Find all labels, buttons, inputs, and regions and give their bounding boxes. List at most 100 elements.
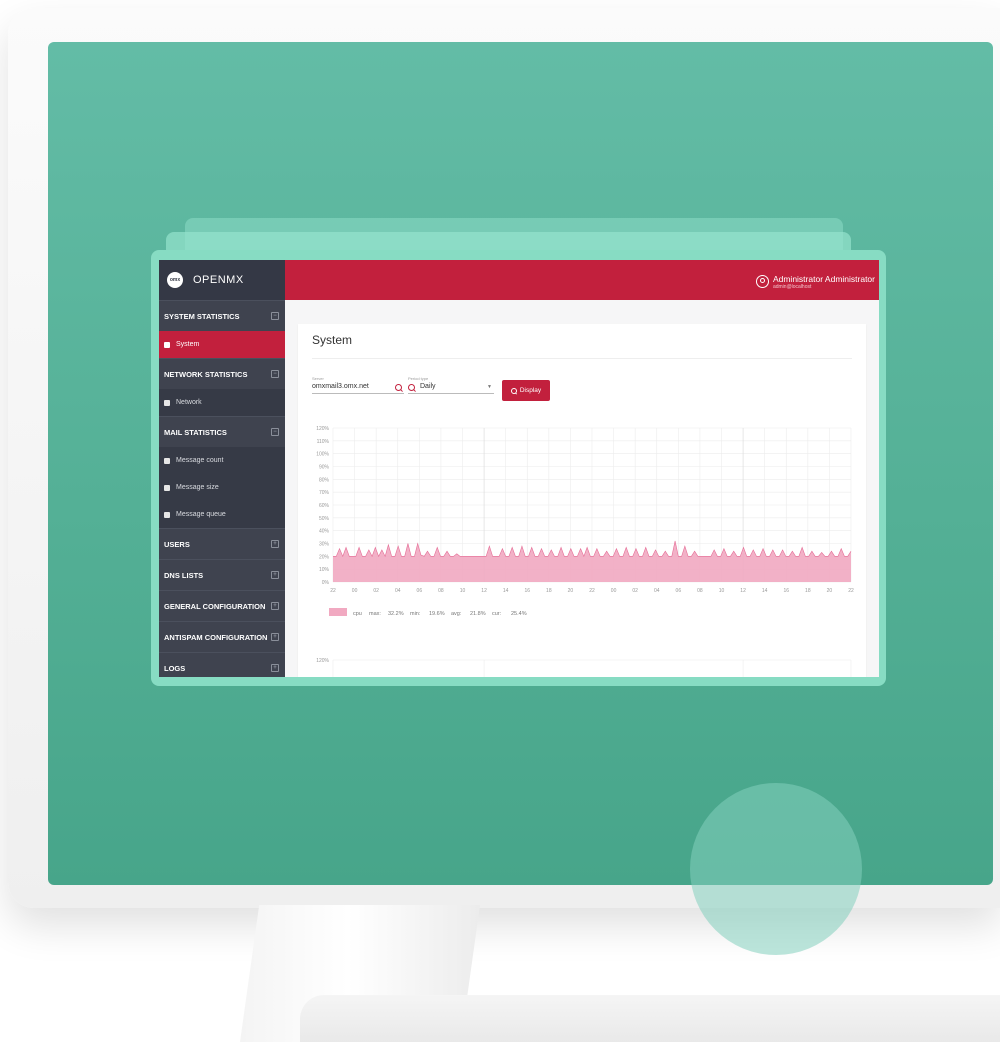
bullet-icon	[164, 457, 170, 464]
nav-section-network-statistics[interactable]: NETWORK STATISTICS −	[159, 358, 285, 389]
server-input[interactable]: omxmail3.omx.net	[312, 381, 404, 394]
x-tick-label: 02	[373, 588, 379, 594]
x-tick-label: 16	[783, 588, 789, 594]
sidebar-item-label: Message queue	[176, 511, 226, 518]
period-select[interactable]: Daily ▼	[408, 381, 494, 394]
legend-swatch	[329, 608, 347, 616]
nav-section-general-configuration[interactable]: GENERAL CONFIGURATION +	[159, 590, 285, 621]
sidebar-item-network[interactable]: Network	[159, 389, 285, 416]
user-menu[interactable]: Administrator Administrator admin@localh…	[755, 274, 875, 291]
search-icon	[510, 387, 517, 394]
x-tick-label: 06	[417, 588, 423, 594]
sidebar-item-message-size[interactable]: Message size	[159, 474, 285, 501]
nav-section-antispam-configuration[interactable]: ANTISPAM CONFIGURATION +	[159, 621, 285, 652]
x-tick-label: 16	[524, 588, 530, 594]
nav-section-label: MAIL STATISTICS	[164, 427, 227, 437]
x-tick-label: 22	[589, 588, 595, 594]
cpu-chart: 120%110%100%90%80%70%60%50%40%30%20%10%0…	[316, 426, 854, 677]
x-tick-label: 02	[632, 588, 638, 594]
display-button[interactable]: Display	[502, 380, 550, 401]
nav-section-dns-lists[interactable]: DNS LISTS +	[159, 559, 285, 590]
decorative-circle	[690, 783, 862, 955]
collapse-icon[interactable]: −	[271, 312, 279, 320]
divider	[312, 358, 852, 359]
legend-max-value: 32.2%	[388, 611, 404, 617]
y-tick-label: 50%	[319, 516, 330, 522]
y-tick-label: 90%	[319, 465, 330, 471]
x-tick-label: 10	[460, 588, 466, 594]
x-tick-label: 20	[827, 588, 833, 594]
y-tick-label: 80%	[319, 477, 330, 483]
y-tick-label: 30%	[319, 542, 330, 548]
x-tick-label: 18	[546, 588, 552, 594]
y-tick-label: 40%	[319, 529, 330, 535]
nav-section-label: USERS	[164, 539, 190, 549]
y-tick-label: 70%	[319, 490, 330, 496]
expand-icon[interactable]: +	[271, 633, 279, 641]
chevron-down-icon[interactable]: ▼	[487, 381, 492, 393]
y-tick-label: 10%	[319, 567, 330, 573]
bullet-icon	[164, 399, 170, 406]
y-tick-label: 60%	[319, 503, 330, 509]
bullet-icon	[164, 341, 170, 348]
x-tick-label: 00	[611, 588, 617, 594]
nav-section-label: ANTISPAM CONFIGURATION	[164, 632, 268, 642]
legend-series-name: cpu	[353, 611, 362, 617]
sidebar: omx OPENMX SYSTEM STATISTICS − System NE…	[159, 260, 285, 677]
search-icon	[408, 384, 415, 391]
second-chart-y-tick-label: 120%	[316, 658, 329, 664]
nav-section-label: SYSTEM STATISTICS	[164, 311, 240, 321]
server-field[interactable]: Server omxmail3.omx.net	[312, 376, 404, 394]
sidebar-item-system[interactable]: System	[159, 331, 285, 358]
sidebar-item-message-count[interactable]: Message count	[159, 447, 285, 474]
expand-icon[interactable]: +	[271, 571, 279, 579]
nav-section-system-statistics[interactable]: SYSTEM STATISTICS −	[159, 300, 285, 331]
main-area: Administrator Administrator admin@localh…	[285, 260, 879, 677]
nav-section-users[interactable]: USERS +	[159, 528, 285, 559]
x-tick-label: 10	[719, 588, 725, 594]
expand-icon[interactable]: +	[271, 540, 279, 548]
expand-icon[interactable]: +	[271, 602, 279, 610]
x-tick-label: 12	[740, 588, 746, 594]
x-tick-label: 08	[438, 588, 444, 594]
nav-section-logs[interactable]: LOGS +	[159, 652, 285, 677]
x-tick-label: 22	[848, 588, 854, 594]
legend-avg-label: avg:	[451, 611, 462, 617]
sidebar-item-message-queue[interactable]: Message queue	[159, 501, 285, 528]
nav-section-label: GENERAL CONFIGURATION	[164, 601, 266, 611]
collapse-icon[interactable]: −	[271, 428, 279, 436]
brand[interactable]: omx OPENMX	[159, 260, 285, 300]
logo-icon: omx	[167, 272, 183, 288]
legend-max-label: max:	[369, 611, 381, 617]
x-tick-label: 22	[330, 588, 336, 594]
page-title: System	[312, 333, 353, 347]
y-tick-label: 0%	[322, 580, 330, 586]
user-icon	[755, 275, 769, 288]
legend-avg-value: 21.8%	[470, 611, 486, 617]
x-tick-label: 08	[697, 588, 703, 594]
brand-name: OPENMX	[193, 274, 244, 286]
nav-section-mail-statistics[interactable]: MAIL STATISTICS −	[159, 416, 285, 447]
y-tick-label: 100%	[316, 452, 329, 458]
collapse-icon[interactable]: −	[271, 370, 279, 378]
y-tick-label: 110%	[317, 439, 330, 445]
bullet-icon	[164, 511, 170, 518]
legend-current-label: cur:	[492, 611, 502, 617]
period-field[interactable]: Period type Daily ▼	[408, 376, 494, 394]
user-name: Administrator Administrator	[772, 274, 875, 284]
bullet-icon	[164, 484, 170, 491]
x-tick-label: 04	[395, 588, 401, 594]
nav-section-label: LOGS	[164, 663, 186, 673]
sidebar-item-label: System	[176, 341, 200, 348]
x-tick-label: 20	[568, 588, 574, 594]
server-value: omxmail3.omx.net	[312, 383, 369, 390]
x-tick-label: 00	[352, 588, 358, 594]
sidebar-item-label: Message size	[176, 484, 219, 491]
expand-icon[interactable]: +	[271, 664, 279, 672]
sidebar-item-label: Network	[176, 399, 202, 406]
x-tick-label: 18	[805, 588, 811, 594]
legend-min-label: min:	[410, 611, 421, 617]
search-icon[interactable]	[395, 384, 402, 391]
app-window: omx OPENMX SYSTEM STATISTICS − System NE…	[159, 260, 879, 677]
nav-section-label: NETWORK STATISTICS	[164, 369, 248, 379]
